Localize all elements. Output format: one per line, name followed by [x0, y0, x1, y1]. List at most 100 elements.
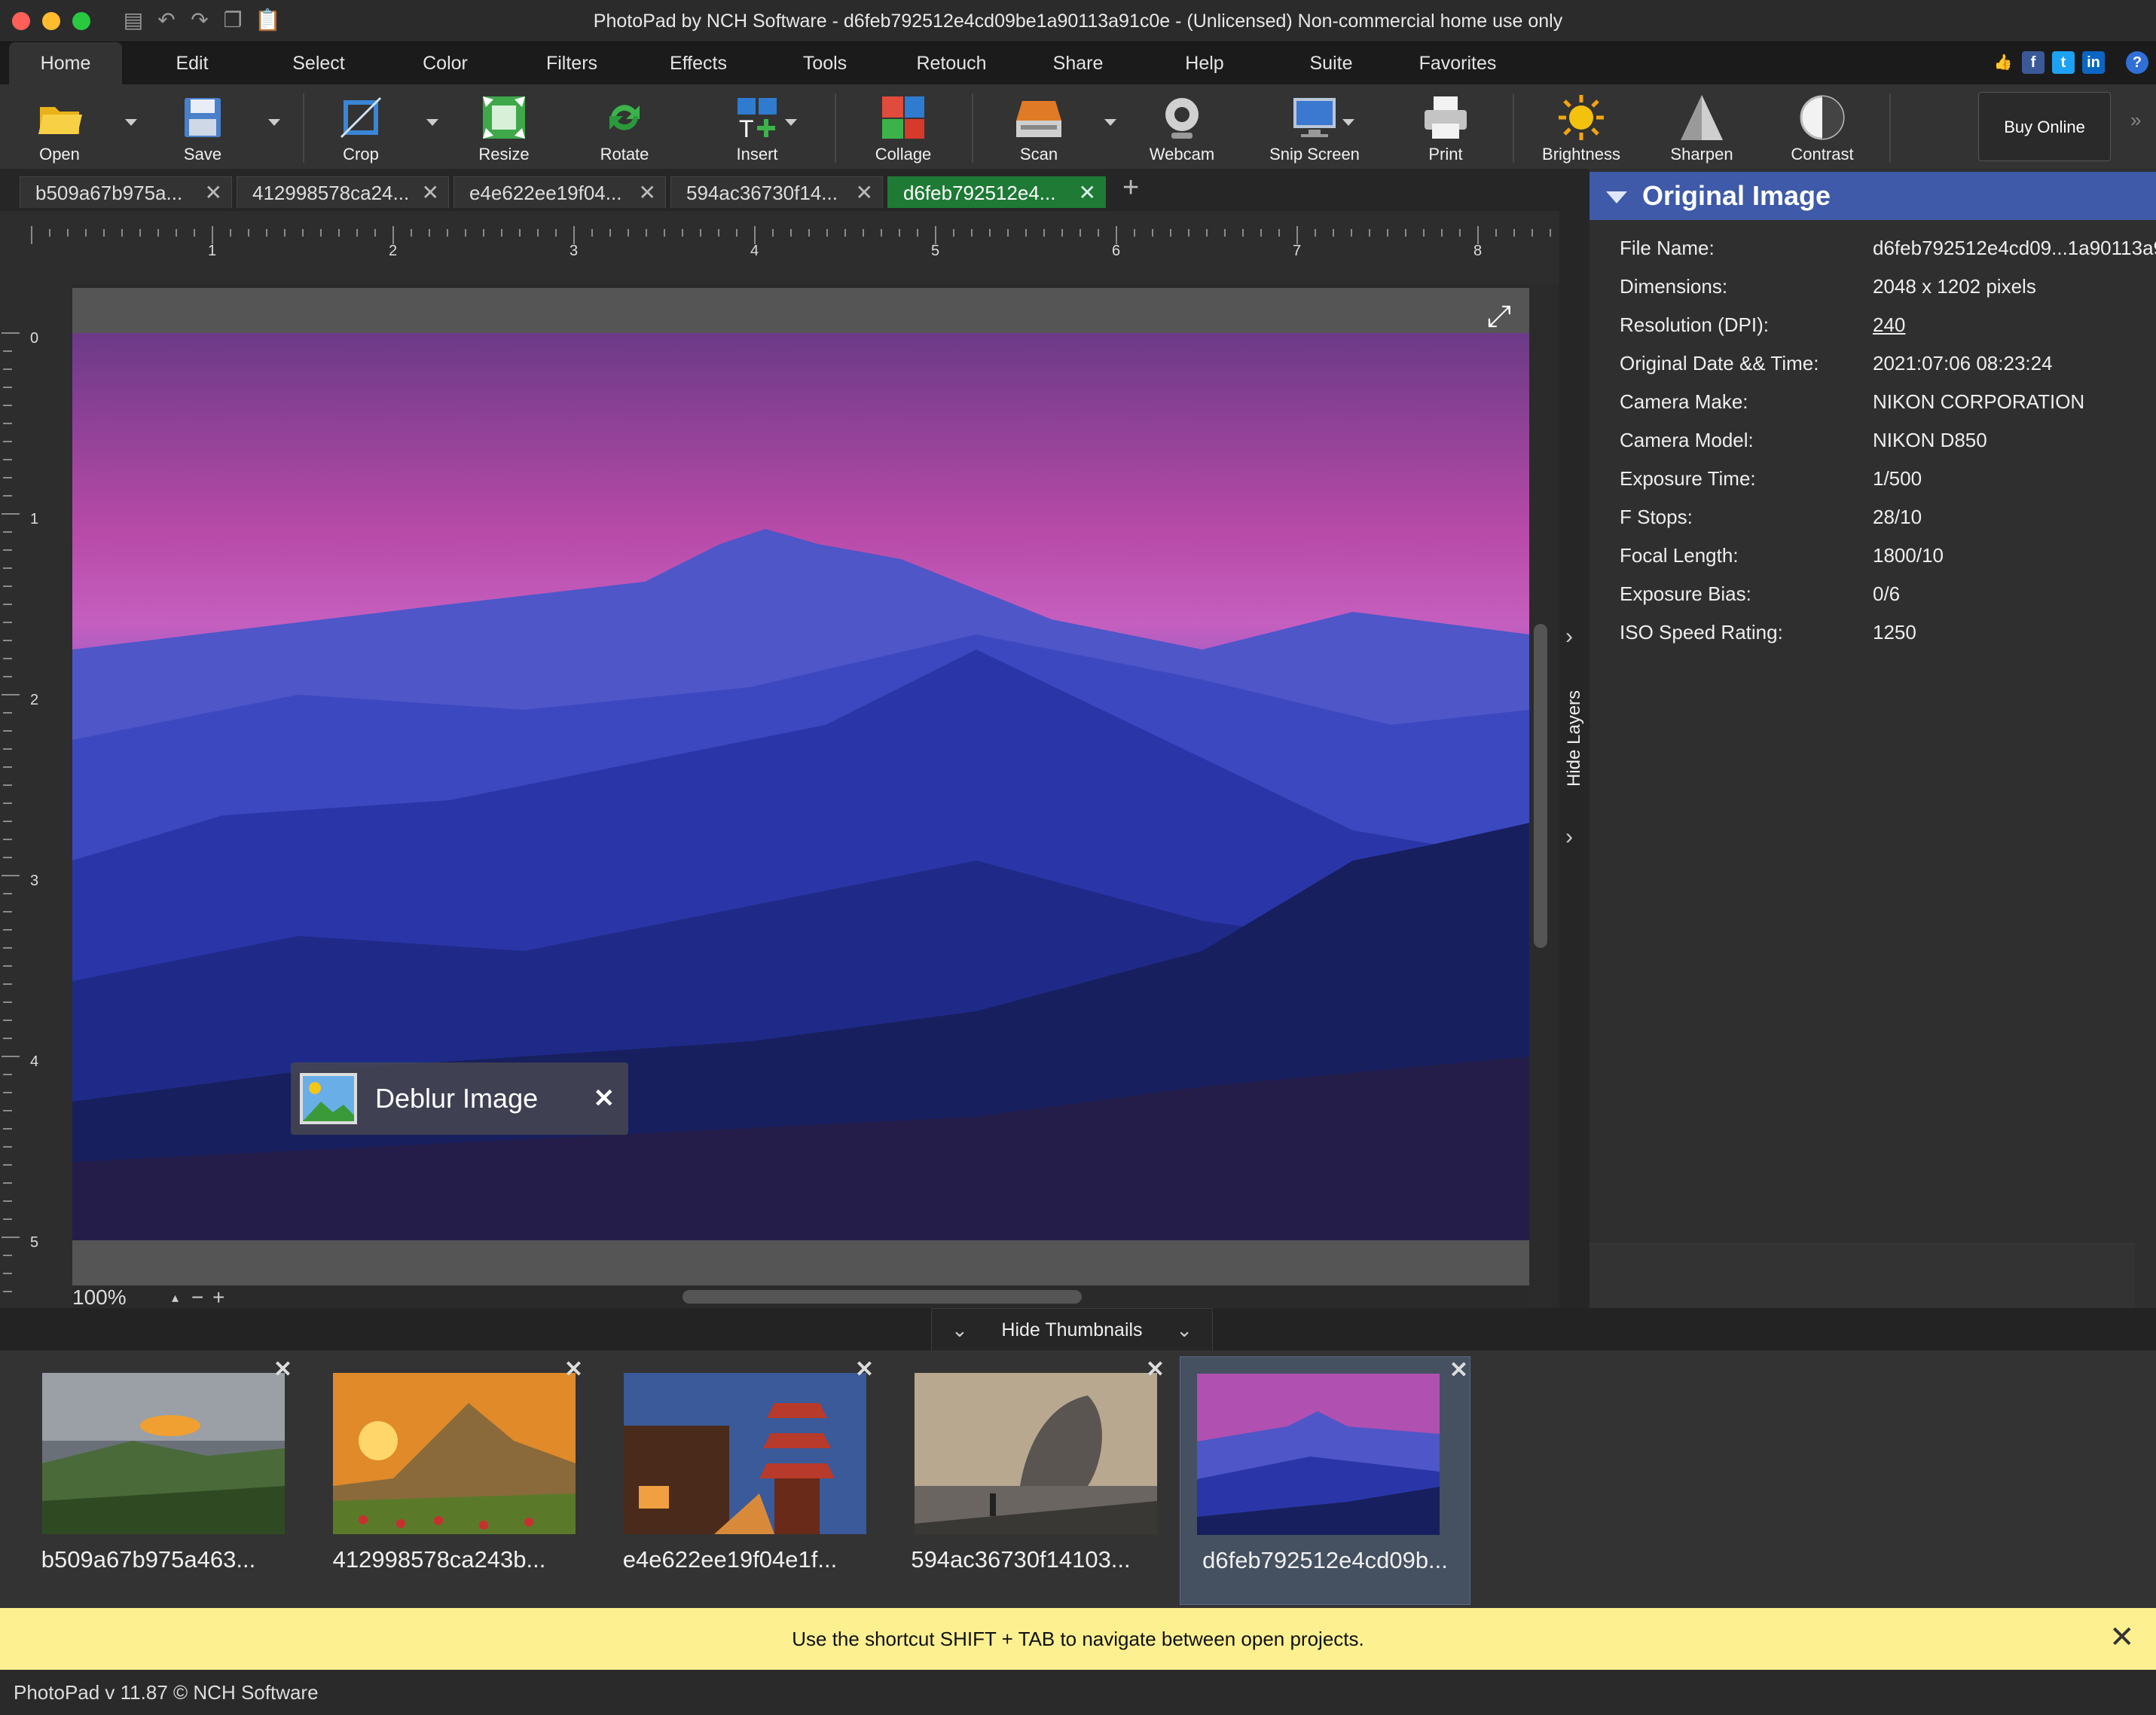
- close-popup-icon[interactable]: ✕: [594, 1062, 615, 1135]
- menu-suite[interactable]: Suite: [1275, 42, 1388, 84]
- close-thumbnail-icon[interactable]: ✕: [855, 1356, 874, 1383]
- menu-filters[interactable]: Filters: [515, 42, 628, 84]
- tip-banner: Use the shortcut SHIFT + TAB to navigate…: [0, 1608, 2156, 1670]
- project-tab[interactable]: 412998578ca24... ✕: [237, 176, 449, 208]
- chevron-right-icon[interactable]: ›: [1565, 624, 1573, 650]
- snip-dropdown-arrow[interactable]: [1342, 119, 1354, 126]
- crop-icon: [340, 96, 382, 139]
- landscape-picture-icon: [300, 1073, 357, 1124]
- rotate-icon: [609, 105, 640, 130]
- vertical-scrollbar[interactable]: [1534, 624, 1547, 948]
- menu-edit[interactable]: Edit: [136, 42, 249, 84]
- menu-retouch[interactable]: Retouch: [895, 42, 1008, 84]
- project-tab[interactable]: 594ac36730f14... ✕: [670, 176, 883, 208]
- project-tab[interactable]: e4e622ee19f04... ✕: [453, 176, 666, 208]
- menu-tools[interactable]: Tools: [768, 42, 881, 84]
- thumbs-up-icon[interactable]: 👍: [1992, 51, 2014, 74]
- hide-layers-button[interactable]: Hide Layers: [1559, 678, 1590, 799]
- resize-label: Resize: [478, 145, 530, 164]
- sharpen-button[interactable]: Sharpen: [1645, 90, 1758, 166]
- open-button[interactable]: Open: [3, 90, 116, 166]
- collage-button[interactable]: Collage: [847, 90, 960, 166]
- thumbnail-label: e4e622ee19f04e1f...: [622, 1546, 838, 1573]
- save-button[interactable]: Save: [146, 90, 259, 166]
- twitter-icon[interactable]: t: [2052, 51, 2075, 74]
- contrast-button[interactable]: Contrast: [1766, 90, 1879, 166]
- save-label: Save: [183, 145, 222, 164]
- chevron-right-icon[interactable]: ›: [1565, 824, 1573, 850]
- rotate-button[interactable]: Rotate: [568, 90, 681, 166]
- zoom-out-button[interactable]: −: [191, 1285, 203, 1310]
- close-tab-icon[interactable]: ✕: [639, 177, 656, 209]
- project-tab[interactable]: b509a67b975a... ✕: [20, 176, 232, 208]
- tab-label: 594ac36730f14...: [686, 182, 838, 204]
- project-tab-active[interactable]: d6feb792512e4... ✕: [887, 176, 1106, 208]
- zoom-in-button[interactable]: +: [212, 1285, 224, 1310]
- new-tab-icon[interactable]: +: [1122, 172, 1139, 204]
- menu-color[interactable]: Color: [389, 42, 502, 84]
- open-dropdown-arrow[interactable]: [125, 119, 137, 126]
- ruler-label: 4: [750, 243, 759, 259]
- menu-share[interactable]: Share: [1022, 42, 1134, 84]
- close-tab-icon[interactable]: ✕: [1079, 177, 1096, 209]
- menu-home[interactable]: Home: [9, 42, 122, 84]
- close-banner-icon[interactable]: ✕: [2109, 1620, 2135, 1655]
- menu-effects[interactable]: Effects: [642, 42, 755, 84]
- webcam-button[interactable]: Webcam: [1125, 90, 1238, 166]
- crop-button[interactable]: Crop: [304, 90, 417, 166]
- close-thumbnail-icon[interactable]: ✕: [273, 1356, 292, 1383]
- property-value: 1/500: [1873, 467, 1922, 490]
- thumbnail-label: b509a67b975a463...: [41, 1546, 256, 1573]
- thumbnail[interactable]: b509a67b975a463... ✕: [3, 1356, 294, 1605]
- close-thumbnail-icon[interactable]: ✕: [1449, 1357, 1468, 1383]
- zoom-level: 100%: [72, 1285, 127, 1309]
- menu-favorites[interactable]: Favorites: [1401, 42, 1514, 84]
- menu-select[interactable]: Select: [262, 42, 375, 84]
- buy-online-button[interactable]: Buy Online: [1978, 92, 2111, 161]
- close-tab-icon[interactable]: ✕: [856, 177, 873, 209]
- thumbnail-selected[interactable]: d6feb792512e4cd09b... ✕: [1180, 1356, 1470, 1605]
- horizontal-scrollbar[interactable]: [683, 1290, 1082, 1304]
- toolbar-overflow-icon[interactable]: »: [2130, 109, 2141, 132]
- scan-button[interactable]: Scan: [982, 90, 1095, 166]
- fullscreen-icon[interactable]: ⤢: [1478, 295, 1520, 338]
- deblur-image-popup[interactable]: Deblur Image ✕: [291, 1062, 628, 1135]
- crop-dropdown-arrow[interactable]: [426, 119, 438, 126]
- open-label: Open: [39, 145, 80, 164]
- snip-screen-button[interactable]: Snip Screen: [1258, 90, 1371, 166]
- property-key: Camera Model:: [1620, 429, 1754, 451]
- linkedin-icon[interactable]: in: [2082, 51, 2105, 74]
- save-dropdown-arrow[interactable]: [268, 119, 280, 126]
- property-key: Focal Length:: [1620, 544, 1739, 567]
- resize-button[interactable]: Resize: [447, 90, 560, 166]
- panel-header[interactable]: Original Image: [1590, 172, 2156, 220]
- zoom-stepper-icon[interactable]: ▴: [172, 1290, 179, 1306]
- collage-label: Collage: [875, 145, 932, 164]
- thumbnail[interactable]: 594ac36730f14103... ✕: [875, 1356, 1166, 1605]
- brightness-label: Brightness: [1542, 145, 1620, 164]
- rotate-label: Rotate: [600, 145, 649, 164]
- thumbnail-image: [624, 1373, 866, 1534]
- resolution-link[interactable]: 240: [1873, 313, 1905, 337]
- close-tab-icon[interactable]: ✕: [422, 177, 439, 209]
- close-thumbnail-icon[interactable]: ✕: [564, 1356, 583, 1383]
- print-button[interactable]: Print: [1389, 90, 1502, 166]
- thumbnail[interactable]: e4e622ee19f04e1f... ✕: [585, 1356, 875, 1605]
- thumbnail[interactable]: 412998578ca243b... ✕: [294, 1356, 585, 1605]
- property-key: ISO Speed Rating:: [1620, 621, 1783, 644]
- brightness-button[interactable]: Brightness: [1525, 90, 1638, 166]
- hide-thumbnails-button[interactable]: ⌄ Hide Thumbnails ⌄: [931, 1308, 1213, 1350]
- chevron-down-icon: ⌄: [1176, 1319, 1193, 1341]
- scan-dropdown-arrow[interactable]: [1104, 119, 1116, 126]
- scanner-icon: [1016, 101, 1061, 137]
- thumbnail-image: [1197, 1374, 1440, 1535]
- insert-button[interactable]: T Insert: [701, 90, 814, 166]
- ruler-ticks: [31, 226, 1551, 244]
- close-thumbnail-icon[interactable]: ✕: [1146, 1356, 1165, 1383]
- menu-help[interactable]: Help: [1148, 42, 1261, 84]
- close-tab-icon[interactable]: ✕: [205, 177, 222, 209]
- property-key: Exposure Bias:: [1620, 582, 1751, 605]
- facebook-icon[interactable]: f: [2022, 51, 2045, 74]
- insert-dropdown-arrow[interactable]: [785, 119, 797, 126]
- help-icon[interactable]: ?: [2126, 51, 2148, 74]
